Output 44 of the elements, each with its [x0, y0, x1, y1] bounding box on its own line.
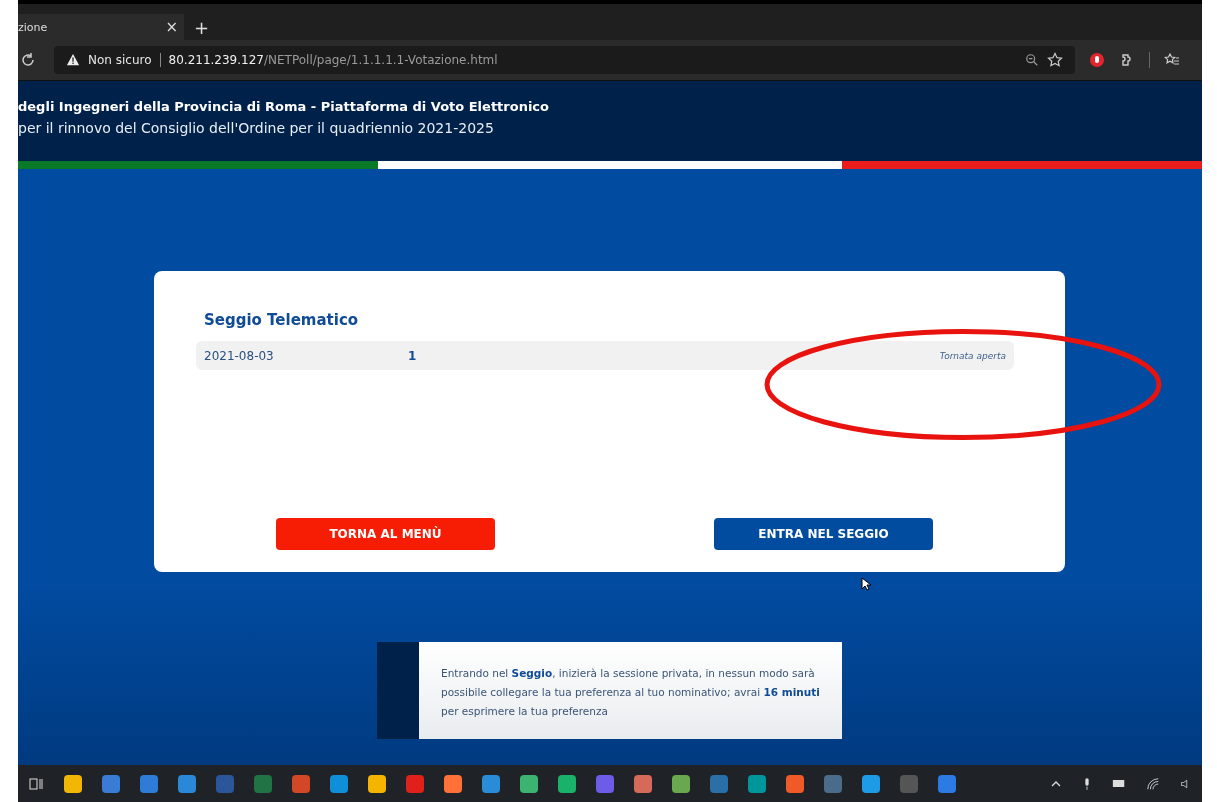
- favorites-icon[interactable]: [1164, 52, 1180, 68]
- session-date: 2021-08-03: [204, 348, 275, 363]
- back-button[interactable]: TORNA AL MENÙ: [276, 518, 495, 550]
- tab-title: zione: [18, 20, 48, 34]
- app-icon[interactable]: [748, 774, 766, 793]
- security-label: Non sicuro: [88, 53, 152, 67]
- task-view-icon[interactable]: [28, 775, 44, 792]
- battery-icon[interactable]: [1112, 779, 1126, 788]
- header-title: degli Ingegneri della Provincia di Roma - Piattaforma di Voto Elettronico: [18, 99, 550, 114]
- app-icon[interactable]: [672, 774, 690, 793]
- zoom-icon[interactable]: [1025, 53, 1039, 67]
- warning-icon: [66, 53, 80, 67]
- header-subtitle: per il rinnovo del Consiglio dell'Ordine per il quadriennio 2021-2025: [18, 120, 495, 136]
- url-text: 80.211.239.127/NETPoll/page/1.1.1.1.1-Votazione.html: [168, 53, 498, 67]
- notice-text: Entrando nel Seggio, inizierà la sessione privata, in nessun modo sarà possibile collegare la tua preferenza al tuo nominativo; avrai 16 minuti per esprimere la tua preferenza: [440, 666, 821, 719]
- session-status: Tornata aperta: [939, 350, 1006, 361]
- app-icon[interactable]: [140, 774, 158, 793]
- app-icon[interactable]: [64, 774, 82, 793]
- app-icon[interactable]: [938, 774, 956, 793]
- extension-icon[interactable]: [1089, 52, 1105, 68]
- tab-close-button[interactable]: ×: [165, 18, 178, 36]
- app-icon[interactable]: [786, 774, 804, 793]
- address-bar[interactable]: Non sicuro 80.211.239.127/NETPoll/page/1.1.1.1.1-Votazione.html: [54, 46, 1075, 74]
- app-icon[interactable]: [178, 774, 196, 793]
- app-icon[interactable]: [634, 774, 652, 793]
- app-icon[interactable]: [444, 774, 462, 793]
- app-icon[interactable]: [520, 774, 538, 793]
- app-icon[interactable]: [482, 774, 500, 793]
- favorite-icon[interactable]: [1047, 52, 1063, 68]
- card-title: Seggio Telematico: [204, 311, 360, 329]
- app-icon[interactable]: [368, 774, 386, 793]
- reload-icon[interactable]: [20, 52, 36, 68]
- wifi-icon[interactable]: [1146, 776, 1160, 791]
- cursor-icon: [861, 577, 871, 591]
- app-icon[interactable]: [862, 774, 880, 793]
- app-icon[interactable]: [558, 774, 576, 793]
- new-tab-button[interactable]: +: [194, 17, 210, 38]
- session-number: 1: [408, 348, 417, 363]
- microphone-icon[interactable]: [1082, 776, 1092, 791]
- browser-tab[interactable]: zione ×: [18, 14, 184, 40]
- enter-button[interactable]: ENTRA NEL SEGGIO: [714, 518, 933, 550]
- app-icon[interactable]: [102, 774, 120, 793]
- app-icon[interactable]: [330, 774, 348, 793]
- session-row[interactable]: 2021-08-03 1 Tornata aperta: [196, 341, 1014, 370]
